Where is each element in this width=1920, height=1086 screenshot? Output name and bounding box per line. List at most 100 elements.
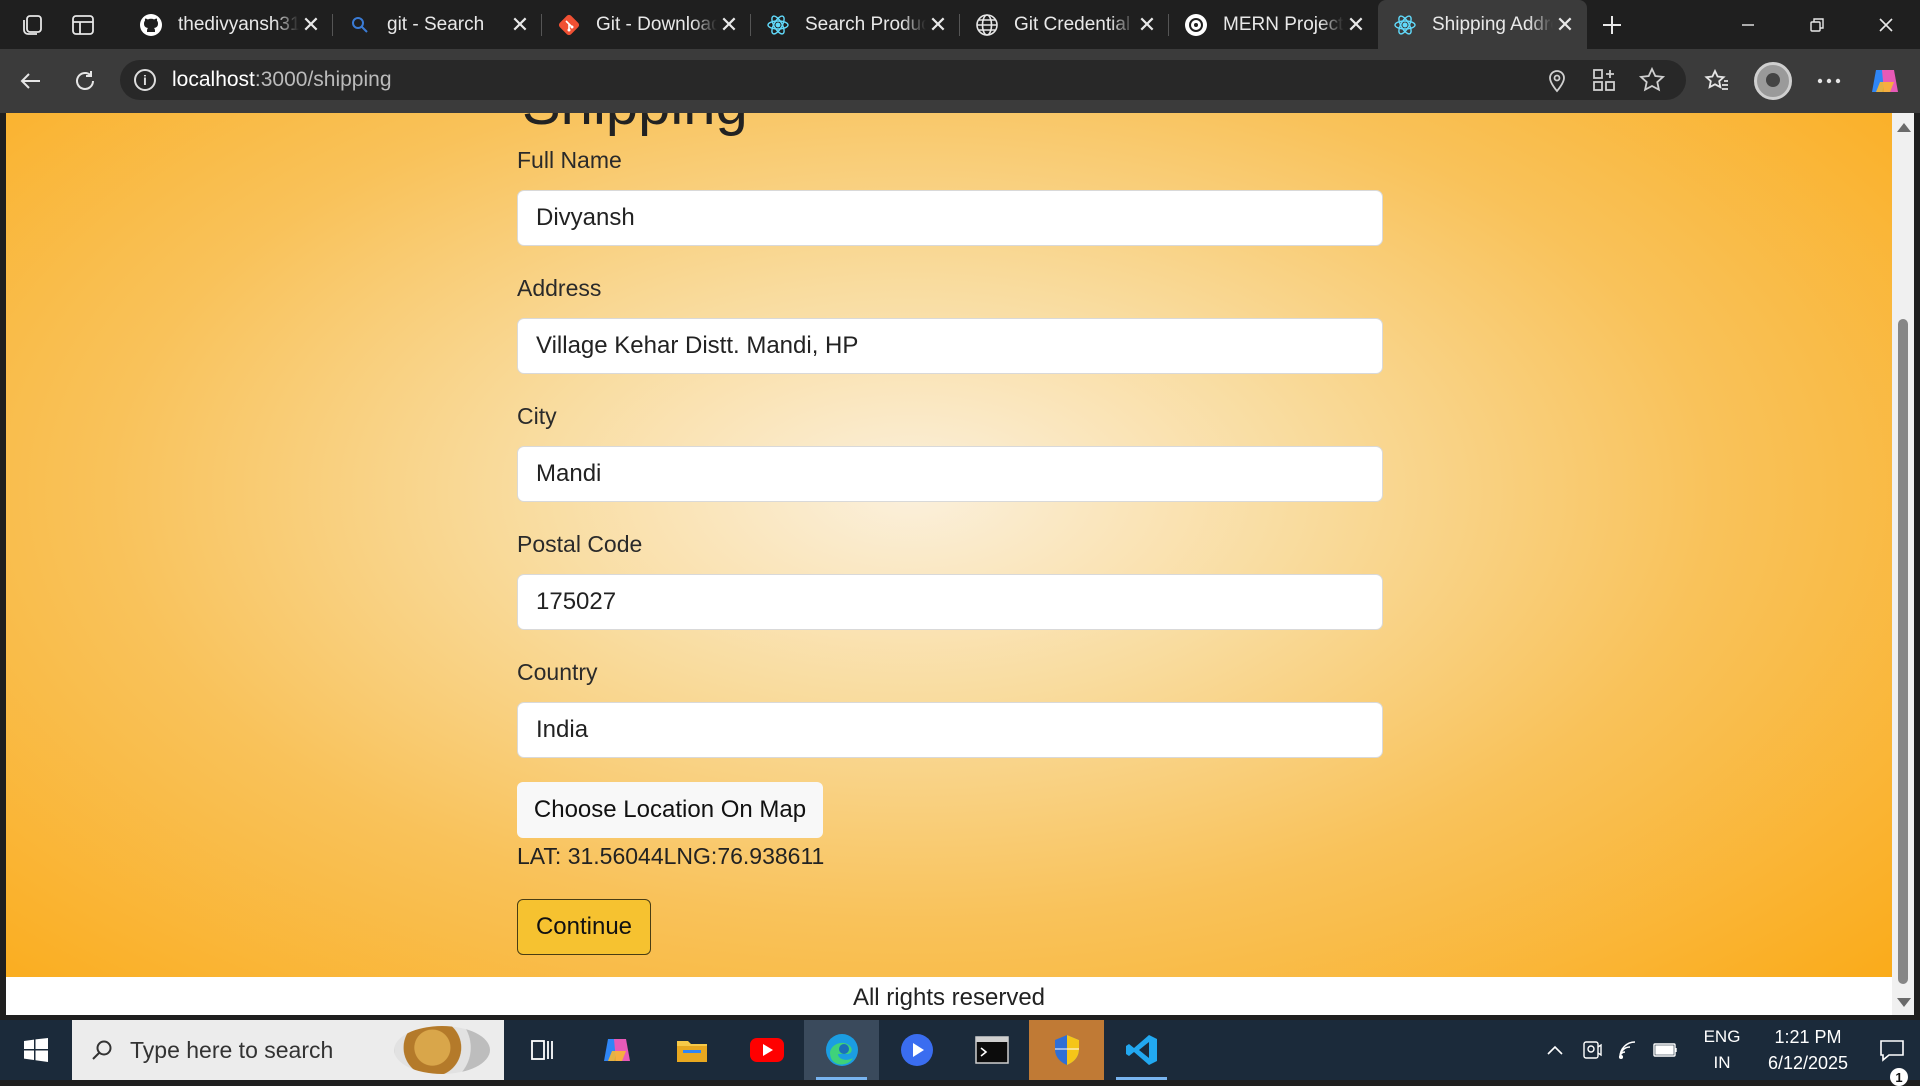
search-placeholder: Type here to search — [130, 1036, 334, 1063]
choose-location-button[interactable]: Choose Location On Map — [517, 782, 823, 838]
new-tab-button[interactable] — [1587, 0, 1637, 49]
react-icon — [765, 12, 791, 38]
openai-icon — [1183, 12, 1209, 38]
full-name-label: Full Name — [517, 147, 622, 173]
restore-icon[interactable] — [1782, 0, 1851, 49]
clock[interactable]: 1:21 PM 6/12/2025 — [1752, 1024, 1864, 1076]
scroll-down-icon[interactable] — [1897, 998, 1911, 1007]
tab-title: Shipping Address — [1432, 13, 1553, 35]
task-view-icon[interactable] — [504, 1020, 579, 1080]
address-label: Address — [517, 275, 602, 301]
tab-title: Search Products — [805, 13, 926, 35]
show-hidden-icons-icon[interactable] — [1536, 1044, 1573, 1056]
back-icon[interactable] — [4, 56, 58, 106]
battery-icon[interactable] — [1647, 1043, 1684, 1057]
country-field[interactable]: India — [517, 702, 1383, 758]
search-icon — [92, 1040, 112, 1060]
continue-button[interactable]: Continue — [517, 899, 651, 955]
windows-taskbar: Type here to search ENG IN 1:21 PM 6/12/… — [0, 1020, 1920, 1086]
postal-code-field[interactable]: 175027 — [517, 574, 1383, 630]
vertical-tabs-icon[interactable] — [70, 12, 96, 38]
search-highlight-image — [394, 1026, 490, 1074]
tab-git-downloads[interactable]: Git - Downloads ✕ — [542, 0, 751, 49]
git-icon — [556, 12, 582, 38]
close-tab-icon[interactable]: ✕ — [299, 12, 323, 37]
tab-title: Git - Downloads — [596, 13, 717, 35]
full-name-field[interactable]: Divyansh — [517, 190, 1383, 246]
address-bar-actions — [1544, 66, 1666, 94]
close-window-icon[interactable] — [1851, 0, 1920, 49]
tab-title: MERN Project — [1223, 13, 1344, 35]
address-bar[interactable]: i localhost:3000/shipping — [120, 60, 1686, 100]
postal-code-label: Postal Code — [517, 531, 643, 557]
close-tab-icon[interactable]: ✕ — [926, 12, 950, 37]
address-field[interactable]: Village Kehar Distt. Mandi, HP — [517, 318, 1383, 374]
app-available-icon[interactable] — [1590, 66, 1618, 94]
page-footer: All rights reserved — [6, 977, 1892, 1015]
scroll-up-icon[interactable] — [1897, 123, 1911, 132]
favorites-icon[interactable] — [1696, 60, 1738, 102]
url-path: :3000/shipping — [254, 68, 392, 91]
scrollbar-thumb[interactable] — [1898, 319, 1908, 984]
coordinates-text: LAT: 31.56044LNG:76.938611 — [517, 843, 825, 869]
file-explorer-icon[interactable] — [654, 1020, 729, 1080]
browser-toolbar: i localhost:3000/shipping — [0, 49, 1920, 113]
location-pin-icon[interactable] — [1544, 66, 1570, 94]
language-indicator[interactable]: ENG IN — [1692, 1024, 1752, 1076]
tab-git-credential[interactable]: Git Credential ✕ — [960, 0, 1169, 49]
terminal-icon[interactable] — [954, 1020, 1029, 1080]
city-label: City — [517, 403, 557, 429]
language-code: ENG — [1703, 1027, 1741, 1046]
media-player-icon[interactable] — [879, 1020, 954, 1080]
tab-mern-project[interactable]: MERN Project ✕ — [1169, 0, 1378, 49]
taskbar-apps — [504, 1020, 1179, 1080]
tab-title: git - Search — [387, 13, 485, 35]
wifi-icon[interactable] — [1610, 1040, 1647, 1060]
copilot-app-icon[interactable] — [579, 1020, 654, 1080]
react-icon — [1392, 12, 1418, 38]
vscode-icon[interactable] — [1104, 1020, 1179, 1080]
meet-now-icon[interactable] — [1573, 1039, 1610, 1061]
edge-browser-icon[interactable] — [804, 1020, 879, 1080]
youtube-icon[interactable] — [729, 1020, 804, 1080]
notification-center-button[interactable]: 1 — [1864, 1038, 1920, 1086]
copilot-icon[interactable] — [1864, 60, 1906, 102]
start-button[interactable] — [0, 1020, 72, 1080]
page-scrollbar[interactable] — [1892, 113, 1914, 1015]
github-icon — [138, 12, 164, 38]
workspaces-icon[interactable] — [20, 12, 46, 38]
close-tab-icon[interactable]: ✕ — [1553, 12, 1577, 37]
tab-shipping-address[interactable]: Shipping Address ✕ — [1378, 0, 1587, 49]
window-border-right — [1914, 113, 1920, 1015]
globe-icon — [974, 12, 1000, 38]
more-options-icon[interactable] — [1808, 60, 1850, 102]
url-text: localhost:3000/shipping — [172, 68, 392, 92]
tab-title: Git Credential — [1014, 13, 1131, 35]
tab-github[interactable]: thedivyansh31 ✕ — [124, 0, 333, 49]
favorite-star-icon[interactable] — [1638, 66, 1666, 94]
page-viewport: Shipping Full Name Divyansh Address Vill… — [6, 113, 1892, 1015]
tab-search-products[interactable]: Search Products ✕ — [751, 0, 960, 49]
window-controls — [1713, 0, 1920, 49]
browser-tab-strip: thedivyansh31 ✕ git - Search ✕ Git - Dow… — [0, 0, 1920, 49]
profile-avatar[interactable] — [1752, 60, 1794, 102]
security-shield-icon[interactable] — [1029, 1020, 1104, 1080]
close-tab-icon[interactable]: ✕ — [508, 12, 532, 37]
site-info-icon[interactable]: i — [134, 69, 156, 91]
tab-git-search[interactable]: git - Search ✕ — [333, 0, 542, 49]
url-host: localhost — [172, 68, 255, 91]
minimize-icon[interactable] — [1713, 0, 1782, 49]
taskbar-search-box[interactable]: Type here to search — [72, 1020, 504, 1080]
toolbar-right — [1696, 49, 1920, 113]
refresh-icon[interactable] — [58, 56, 112, 106]
tab-title: thedivyansh31 — [178, 13, 299, 35]
close-tab-icon[interactable]: ✕ — [1344, 12, 1368, 37]
windows-logo-icon — [24, 1038, 48, 1062]
close-tab-icon[interactable]: ✕ — [1135, 12, 1159, 37]
notification-icon — [1880, 1040, 1904, 1062]
page-title: Shipping — [522, 113, 748, 138]
keyboard-region: IN — [1713, 1053, 1731, 1072]
close-tab-icon[interactable]: ✕ — [717, 12, 741, 37]
avatar — [1754, 62, 1792, 100]
city-field[interactable]: Mandi — [517, 446, 1383, 502]
